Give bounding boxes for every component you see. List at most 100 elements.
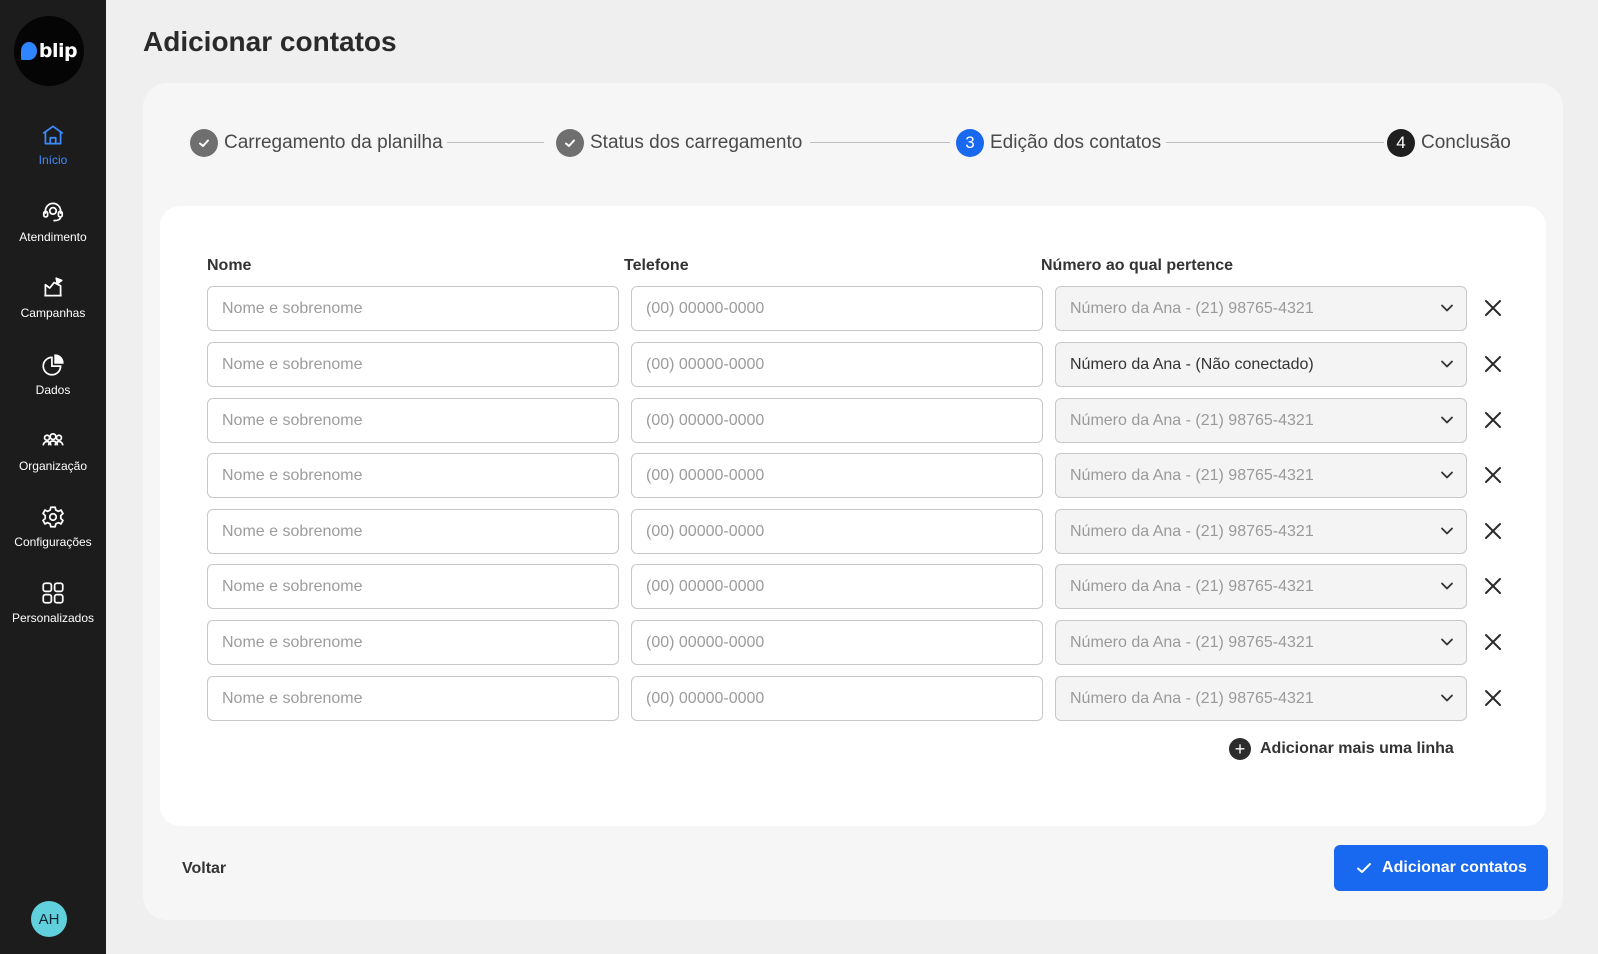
- number-select[interactable]: Número da Ana - (21) 98765-4321: [1055, 676, 1467, 721]
- campaign-icon: [44, 277, 63, 297]
- number-select[interactable]: Número da Ana - (21) 98765-4321: [1055, 453, 1467, 498]
- number-select-value: Número da Ana - (Não conectado): [1070, 355, 1314, 373]
- sidebar-item-label: Campanhas: [20, 306, 86, 320]
- chevron-down-icon: [1441, 304, 1453, 312]
- name-input[interactable]: [207, 564, 619, 609]
- name-input[interactable]: [207, 398, 619, 443]
- close-icon[interactable]: [1481, 296, 1505, 320]
- sidebar-item-atendimento[interactable]: Atendimento: [0, 199, 106, 259]
- sidebar-item-campanhas[interactable]: Campanhas: [0, 275, 106, 335]
- sidebar-item-organizacao[interactable]: Organização: [0, 428, 106, 488]
- phone-input[interactable]: [631, 342, 1043, 387]
- column-header-name: Nome: [207, 257, 252, 274]
- chevron-down-icon: [1441, 527, 1453, 535]
- name-input[interactable]: [207, 509, 619, 554]
- phone-input[interactable]: [631, 286, 1043, 331]
- step-done-marker: [556, 129, 584, 157]
- number-select-value: Número da Ana - (21) 98765-4321: [1070, 299, 1314, 317]
- contact-row: Número da Ana - (21) 98765-4321: [207, 620, 1501, 667]
- sidebar-item-label: Personalizados: [11, 611, 95, 625]
- contact-row: Número da Ana - (21) 98765-4321: [207, 398, 1501, 445]
- name-input[interactable]: [207, 453, 619, 498]
- number-select-value: Número da Ana - (21) 98765-4321: [1070, 466, 1314, 484]
- gear-icon: [42, 506, 64, 528]
- contact-row: Número da Ana - (21) 98765-4321: [207, 286, 1501, 333]
- column-header-phone: Telefone: [624, 257, 689, 274]
- number-select-value: Número da Ana - (21) 98765-4321: [1070, 689, 1314, 707]
- phone-input[interactable]: [631, 564, 1043, 609]
- close-icon[interactable]: [1481, 408, 1505, 432]
- contacts-panel: Nome Telefone Número ao qual pertence Nú…: [160, 206, 1546, 826]
- number-select-value: Número da Ana - (21) 98765-4321: [1070, 411, 1314, 429]
- people-icon: [42, 432, 64, 446]
- number-select[interactable]: Número da Ana - (21) 98765-4321: [1055, 398, 1467, 443]
- phone-input[interactable]: [631, 453, 1043, 498]
- name-input[interactable]: [207, 342, 619, 387]
- sidebar-item-configuracoes[interactable]: Configurações: [0, 504, 106, 564]
- close-icon[interactable]: [1481, 630, 1505, 654]
- step-done-marker: [190, 129, 218, 157]
- number-select-value: Número da Ana - (21) 98765-4321: [1070, 522, 1314, 540]
- phone-input[interactable]: [631, 398, 1043, 443]
- wizard-card: Carregamento da planilha Status dos carr…: [143, 83, 1563, 920]
- number-select[interactable]: Número da Ana - (21) 98765-4321: [1055, 509, 1467, 554]
- step-number-marker: 3: [956, 129, 984, 157]
- page-title: Adicionar contatos: [143, 26, 397, 57]
- add-line-button[interactable]: + Adicionar mais uma linha: [1229, 738, 1454, 760]
- close-icon[interactable]: [1481, 352, 1505, 376]
- sidebar-item-inicio[interactable]: Início: [0, 122, 106, 182]
- number-select[interactable]: Número da Ana - (21) 98765-4321: [1055, 564, 1467, 609]
- name-input[interactable]: [207, 676, 619, 721]
- step-connector: [810, 142, 950, 143]
- back-button[interactable]: Voltar: [182, 860, 226, 878]
- logo-text: blip: [38, 40, 78, 62]
- chevron-down-icon: [1441, 694, 1453, 702]
- step-conclusao: 4 Conclusão: [1387, 128, 1511, 158]
- check-icon: [199, 139, 209, 147]
- sidebar: blip Início Atendimento Campanhas Dados …: [0, 0, 106, 954]
- step-edicao: 3 Edição dos contatos: [956, 128, 1161, 158]
- close-icon[interactable]: [1481, 686, 1505, 710]
- close-icon[interactable]: [1481, 519, 1505, 543]
- sidebar-item-label: Configurações: [14, 535, 92, 549]
- sidebar-item-label: Dados: [35, 383, 71, 397]
- add-contacts-label: Adicionar contatos: [1382, 859, 1527, 876]
- avatar[interactable]: AH: [31, 901, 67, 937]
- plus-circle-icon: +: [1229, 738, 1251, 760]
- contact-row: Número da Ana - (Não conectado): [207, 342, 1501, 389]
- number-select-value: Número da Ana - (21) 98765-4321: [1070, 633, 1314, 651]
- number-select[interactable]: Número da Ana - (21) 98765-4321: [1055, 620, 1467, 665]
- add-line-label: Adicionar mais uma linha: [1260, 740, 1454, 757]
- number-select[interactable]: Número da Ana - (21) 98765-4321: [1055, 286, 1467, 331]
- check-icon: [1357, 863, 1372, 873]
- home-icon: [42, 125, 64, 145]
- step-status: Status dos carregamento: [556, 128, 802, 158]
- sidebar-item-label: Organização: [18, 459, 88, 473]
- step-connector: [447, 142, 544, 143]
- contact-row: Número da Ana - (21) 98765-4321: [207, 509, 1501, 556]
- chevron-down-icon: [1441, 638, 1453, 646]
- number-select-value: Número da Ana - (21) 98765-4321: [1070, 577, 1314, 595]
- phone-input[interactable]: [631, 676, 1043, 721]
- contact-row: Número da Ana - (21) 98765-4321: [207, 453, 1501, 500]
- add-contacts-button[interactable]: Adicionar contatos: [1334, 845, 1548, 891]
- sidebar-item-label: Início: [38, 153, 68, 167]
- chevron-down-icon: [1441, 416, 1453, 424]
- grid-icon: [42, 582, 64, 604]
- step-label: Edição dos contatos: [990, 132, 1162, 153]
- column-header-number: Número ao qual pertence: [1041, 257, 1234, 274]
- blip-logo[interactable]: blip: [14, 16, 84, 86]
- close-icon[interactable]: [1481, 574, 1505, 598]
- sidebar-item-personalizados[interactable]: Personalizados: [0, 580, 106, 640]
- sidebar-item-dados[interactable]: Dados: [0, 352, 106, 412]
- phone-input[interactable]: [631, 509, 1043, 554]
- name-input[interactable]: [207, 286, 619, 331]
- pie-chart-icon: [42, 354, 64, 376]
- logo-bubble-icon: [20, 42, 37, 60]
- close-icon[interactable]: [1481, 463, 1505, 487]
- name-input[interactable]: [207, 620, 619, 665]
- phone-input[interactable]: [631, 620, 1043, 665]
- step-carregamento: Carregamento da planilha: [190, 128, 443, 158]
- check-icon: [565, 139, 575, 147]
- number-select[interactable]: Número da Ana - (Não conectado): [1055, 342, 1467, 387]
